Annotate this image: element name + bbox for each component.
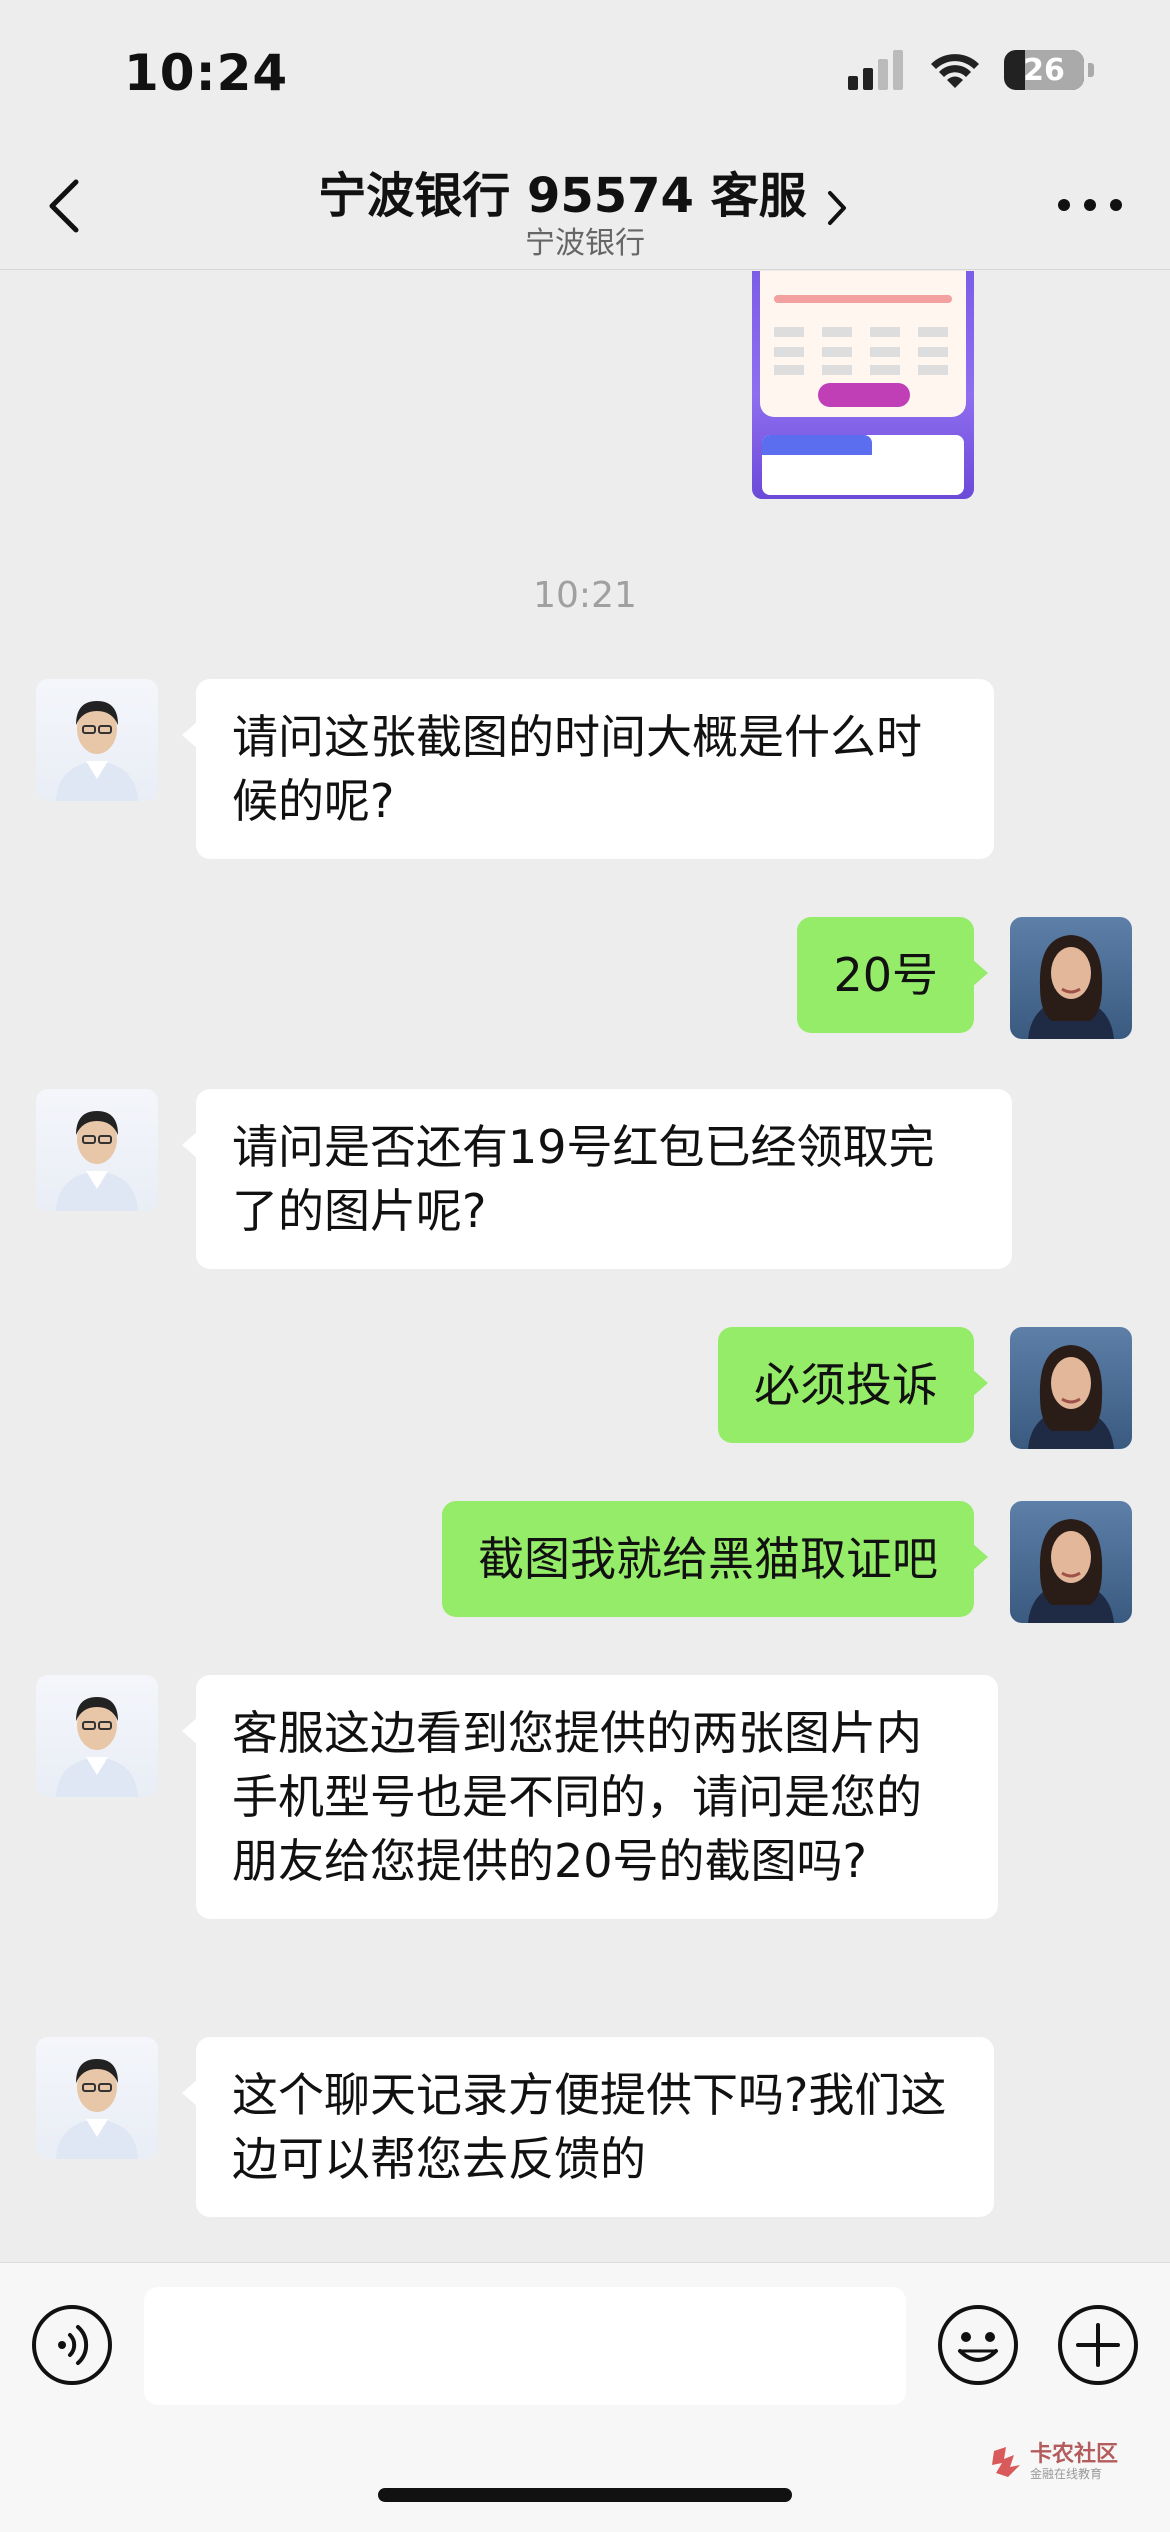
message-timestamp: 10:21	[533, 575, 637, 616]
shared-image-progress	[774, 295, 952, 303]
status-icons: 26	[848, 50, 1094, 90]
user-avatar-icon	[1028, 935, 1114, 1039]
status-bar: 10:24 26	[0, 0, 1170, 140]
nav-bar: 宁波银行 95574 客服 宁波银行	[0, 140, 1170, 270]
input-bar: 卡农社区 金融在线教育	[0, 2262, 1170, 2532]
chat-subtitle: 宁波银行	[525, 226, 645, 261]
user-avatar[interactable]	[1010, 1327, 1132, 1449]
outgoing-message-bubble[interactable]: 必须投诉	[718, 1327, 988, 1443]
shared-image-message[interactable]	[752, 271, 974, 499]
agent-avatar[interactable]	[36, 1675, 158, 1797]
shared-image-row	[774, 327, 952, 337]
user-avatar-icon	[1028, 1519, 1114, 1623]
agent-avatar-icon	[56, 1697, 138, 1797]
cellular-signal-icon	[848, 50, 903, 90]
add-attachment-icon[interactable]	[1056, 2303, 1140, 2387]
incoming-message-bubble[interactable]: 请问是否还有19号红包已经领取完了的图片呢?	[182, 1089, 1012, 1269]
more-options-icon[interactable]	[1050, 180, 1130, 230]
watermark-text: 卡农社区 金融在线教育	[1030, 2442, 1119, 2482]
message-input[interactable]	[144, 2287, 906, 2405]
shared-image-row	[774, 365, 952, 375]
status-time: 10:24	[124, 44, 289, 102]
agent-avatar-icon	[56, 701, 138, 801]
watermark: 卡农社区 金融在线教育	[990, 2443, 1118, 2481]
agent-avatar[interactable]	[36, 2037, 158, 2159]
agent-avatar-icon	[56, 1111, 138, 1211]
chat-title: 宁波银行 95574 客服	[318, 168, 807, 224]
incoming-message-bubble[interactable]: 这个聊天记录方便提供下吗?我们这边可以帮您去反馈的	[182, 2037, 994, 2217]
outgoing-message-bubble[interactable]: 截图我就给黑猫取证吧	[442, 1501, 988, 1617]
shared-image-button	[818, 383, 910, 407]
watermark-logo-icon	[992, 2447, 1020, 2477]
agent-avatar-icon	[56, 2059, 138, 2159]
incoming-message-bubble[interactable]: 请问这张截图的时间大概是什么时候的呢?	[182, 679, 994, 859]
outgoing-message-bubble[interactable]: 20号	[797, 917, 988, 1033]
watermark-subtitle: 金融在线教育	[1030, 2467, 1103, 2481]
watermark-title: 卡农社区	[1030, 2442, 1119, 2467]
battery-level-text: 26	[1023, 52, 1065, 88]
agent-avatar[interactable]	[36, 1089, 158, 1211]
home-indicator[interactable]	[378, 2488, 792, 2502]
user-avatar[interactable]	[1010, 1501, 1132, 1623]
voice-input-icon[interactable]	[30, 2303, 114, 2387]
incoming-message-bubble[interactable]: 客服这边看到您提供的两张图片内手机型号也是不同的，请问是您的朋友给您提供的20号…	[182, 1675, 998, 1919]
shared-image-banner-label	[762, 435, 872, 455]
agent-avatar[interactable]	[36, 679, 158, 801]
user-avatar[interactable]	[1010, 917, 1132, 1039]
shared-image-row	[774, 347, 952, 357]
battery-nub	[1088, 63, 1094, 77]
emoji-icon[interactable]	[936, 2303, 1020, 2387]
wifi-icon	[931, 54, 979, 88]
chat-title-button[interactable]: 宁波银行 95574 客服	[0, 156, 1170, 227]
user-avatar-icon	[1028, 1345, 1114, 1449]
chat-area[interactable]: 10:21 请问这张截图的时间大概是什么时候的呢? 20号 请问是否还有19号红…	[0, 271, 1170, 2260]
battery-icon: 26	[1004, 50, 1084, 90]
